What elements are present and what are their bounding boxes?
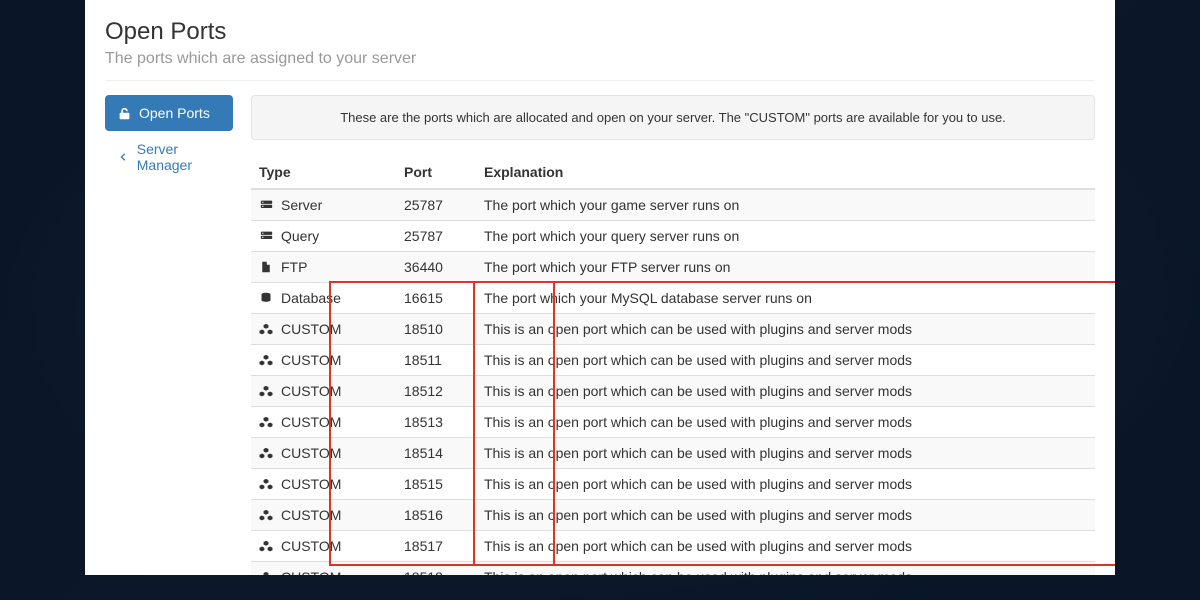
type-label: Database: [281, 290, 341, 306]
cell-explanation: The port which your MySQL database serve…: [476, 283, 1095, 314]
cell-explanation: The port which your game server runs on: [476, 189, 1095, 221]
cubes-icon: [259, 539, 273, 553]
table-row: Database 16615The port which your MySQL d…: [251, 283, 1095, 314]
cell-type: CUSTOM: [251, 407, 396, 438]
table-row: Query 25787The port which your query serv…: [251, 221, 1095, 252]
cell-port: 16615: [396, 283, 476, 314]
cell-port: 25787: [396, 189, 476, 221]
cell-port: 18518: [396, 562, 476, 576]
cell-type: CUSTOM: [251, 531, 396, 562]
page-background: Open Ports The ports which are assigned …: [0, 0, 1200, 600]
sidebar-item-label: Server Manager: [137, 141, 221, 173]
table-row: CUSTOM 18512This is an open port which ca…: [251, 376, 1095, 407]
cell-port: 18512: [396, 376, 476, 407]
server-icon: [259, 198, 273, 212]
cell-port: 18511: [396, 345, 476, 376]
table-row: CUSTOM 18510This is an open port which ca…: [251, 314, 1095, 345]
cell-explanation: This is an open port which can be used w…: [476, 438, 1095, 469]
page-subtitle: The ports which are assigned to your ser…: [105, 50, 1095, 68]
cubes-icon: [259, 415, 273, 429]
table-row: Server 25787The port which your game serv…: [251, 189, 1095, 221]
cell-explanation: This is an open port which can be used w…: [476, 562, 1095, 576]
file-icon: [259, 260, 273, 274]
cell-explanation: This is an open port which can be used w…: [476, 345, 1095, 376]
type-label: CUSTOM: [281, 352, 341, 368]
cubes-icon: [259, 508, 273, 522]
cell-type: Server: [251, 189, 396, 221]
table-row: FTP 36440The port which your FTP server r…: [251, 252, 1095, 283]
cubes-icon: [259, 384, 273, 398]
table-row: CUSTOM 18513This is an open port which ca…: [251, 407, 1095, 438]
page-title: Open Ports: [105, 18, 1095, 46]
cell-port: 36440: [396, 252, 476, 283]
sidebar-item-open-ports[interactable]: Open Ports: [105, 95, 233, 131]
type-label: Server: [281, 197, 322, 213]
cell-explanation: The port which your FTP server runs on: [476, 252, 1095, 283]
table-row: CUSTOM 18514This is an open port which ca…: [251, 438, 1095, 469]
cell-port: 18516: [396, 500, 476, 531]
type-label: CUSTOM: [281, 476, 341, 492]
unlock-icon: [117, 106, 131, 120]
cell-type: CUSTOM: [251, 438, 396, 469]
cubes-icon: [259, 322, 273, 336]
cell-explanation: This is an open port which can be used w…: [476, 376, 1095, 407]
cell-explanation: This is an open port which can be used w…: [476, 469, 1095, 500]
cell-type: CUSTOM: [251, 376, 396, 407]
cell-type: CUSTOM: [251, 469, 396, 500]
table-row: CUSTOM 18515This is an open port which ca…: [251, 469, 1095, 500]
type-label: CUSTOM: [281, 383, 341, 399]
cell-type: CUSTOM: [251, 562, 396, 576]
type-label: CUSTOM: [281, 569, 341, 575]
table-row: CUSTOM 18516This is an open port which ca…: [251, 500, 1095, 531]
ports-table: Type Port Explanation Server25787The por…: [251, 156, 1095, 575]
table-row: CUSTOM 18517This is an open port which ca…: [251, 531, 1095, 562]
cell-port: 18514: [396, 438, 476, 469]
sidebar-item-label: Open Ports: [139, 105, 210, 121]
cell-explanation: This is an open port which can be used w…: [476, 500, 1095, 531]
column-header-explanation: Explanation: [476, 156, 1095, 189]
table-row: CUSTOM 18511This is an open port which ca…: [251, 345, 1095, 376]
cell-port: 18510: [396, 314, 476, 345]
divider: [105, 80, 1095, 81]
cubes-icon: [259, 477, 273, 491]
cell-type: FTP: [251, 252, 396, 283]
type-label: FTP: [281, 259, 307, 275]
type-label: CUSTOM: [281, 321, 341, 337]
cell-port: 18513: [396, 407, 476, 438]
main-content: These are the ports which are allocated …: [251, 95, 1095, 575]
cell-explanation: This is an open port which can be used w…: [476, 314, 1095, 345]
cell-type: CUSTOM: [251, 345, 396, 376]
database-icon: [259, 291, 273, 305]
type-label: CUSTOM: [281, 414, 341, 430]
cell-explanation: The port which your query server runs on: [476, 221, 1095, 252]
content-row: Open Ports Server Manager These are the …: [105, 95, 1095, 575]
cell-port: 18517: [396, 531, 476, 562]
cubes-icon: [259, 353, 273, 367]
cell-type: CUSTOM: [251, 314, 396, 345]
server-icon: [259, 229, 273, 243]
cell-port: 18515: [396, 469, 476, 500]
cell-explanation: This is an open port which can be used w…: [476, 531, 1095, 562]
notice-well: These are the ports which are allocated …: [251, 95, 1095, 140]
type-label: CUSTOM: [281, 507, 341, 523]
cell-type: CUSTOM: [251, 500, 396, 531]
table-header-row: Type Port Explanation: [251, 156, 1095, 189]
table-row: CUSTOM 18518This is an open port which ca…: [251, 562, 1095, 576]
main-panel: Open Ports The ports which are assigned …: [85, 0, 1115, 575]
chevron-left-icon: [117, 150, 129, 164]
cell-type: Query: [251, 221, 396, 252]
sidebar-item-server-manager[interactable]: Server Manager: [105, 131, 233, 183]
cell-port: 25787: [396, 221, 476, 252]
cubes-icon: [259, 446, 273, 460]
type-label: Query: [281, 228, 319, 244]
cell-type: Database: [251, 283, 396, 314]
column-header-port: Port: [396, 156, 476, 189]
cell-explanation: This is an open port which can be used w…: [476, 407, 1095, 438]
column-header-type: Type: [251, 156, 396, 189]
sidebar: Open Ports Server Manager: [105, 95, 233, 575]
cubes-icon: [259, 570, 273, 575]
type-label: CUSTOM: [281, 538, 341, 554]
type-label: CUSTOM: [281, 445, 341, 461]
